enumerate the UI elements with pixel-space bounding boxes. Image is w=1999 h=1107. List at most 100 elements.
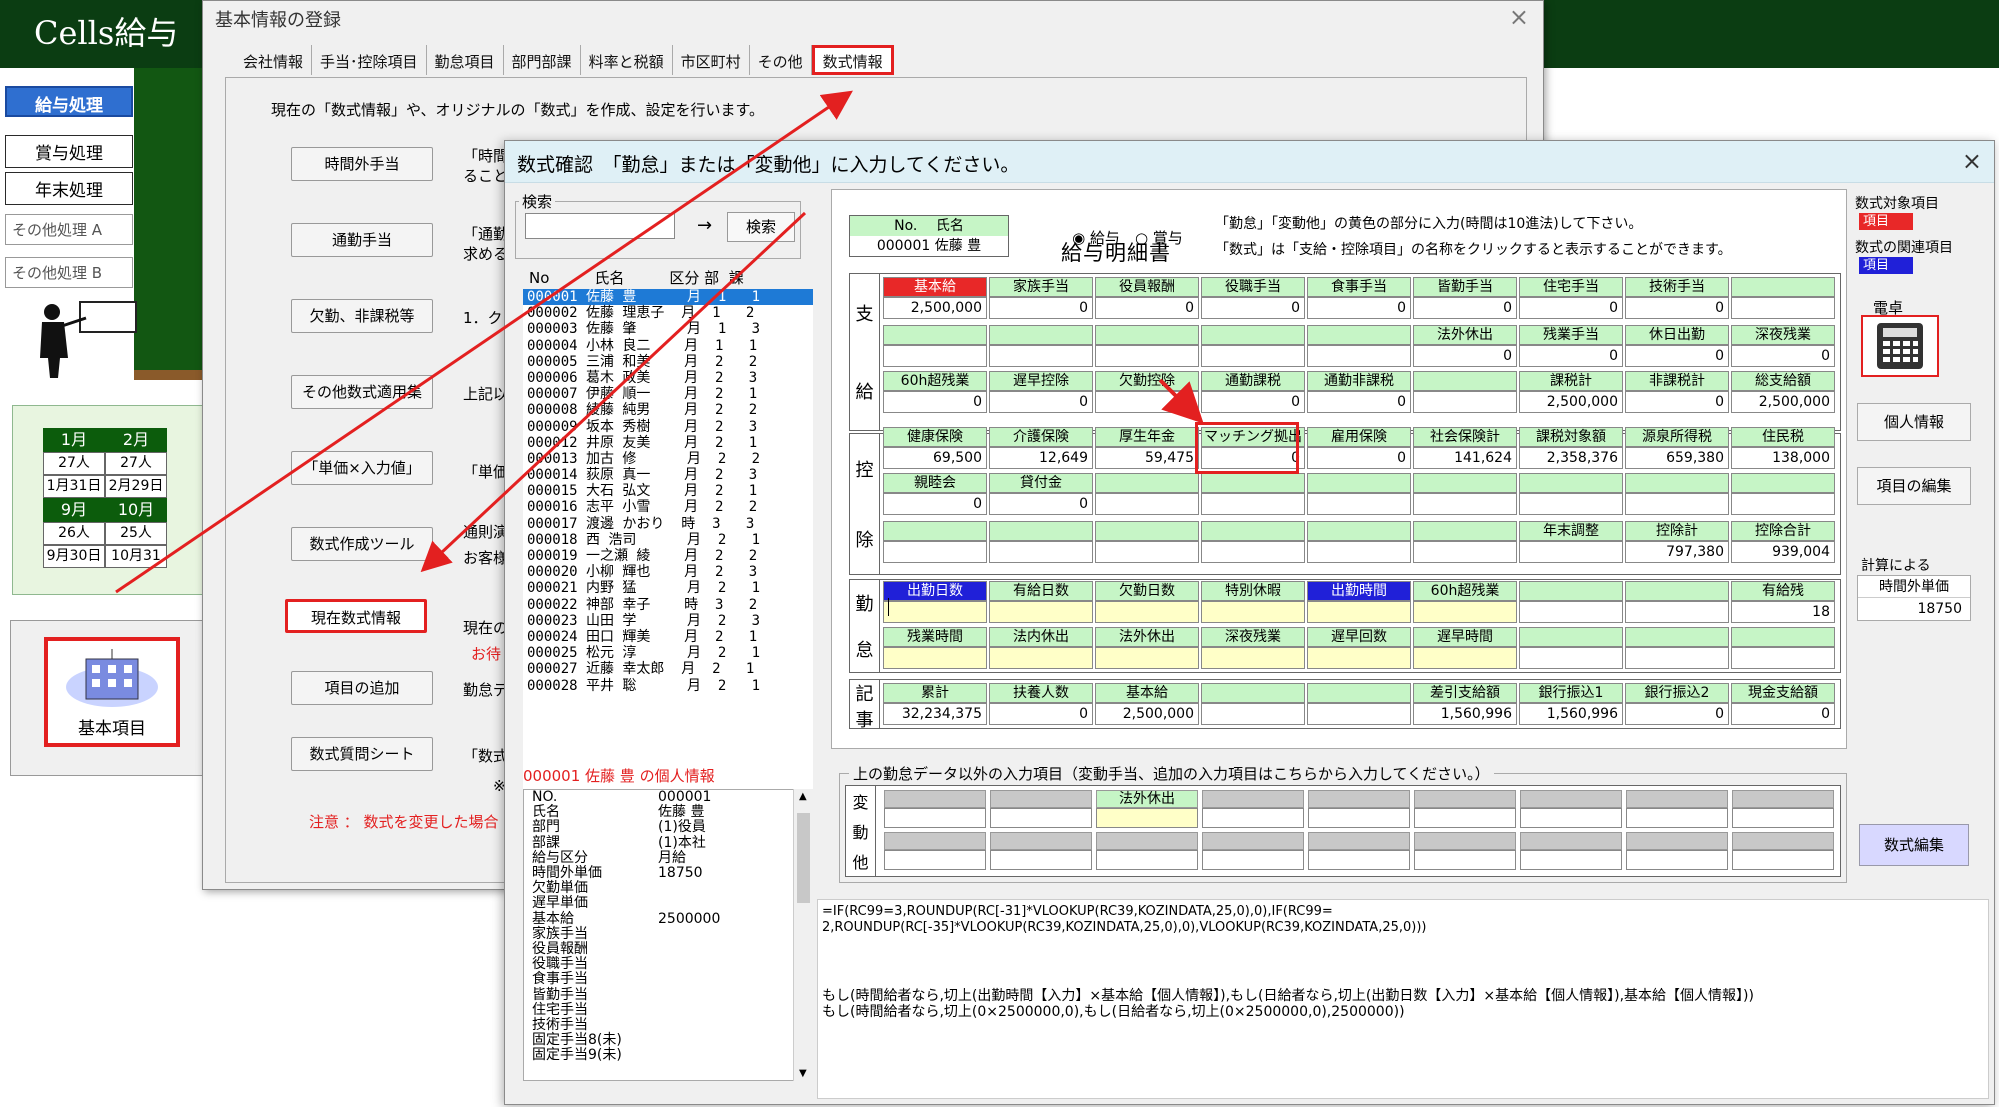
employee-row[interactable]: 000025 松元 淳 月 2 1 xyxy=(523,645,813,661)
payslip-item-header[interactable]: 食事手当 xyxy=(1307,277,1411,297)
tab-company[interactable]: 会社情報 xyxy=(235,45,313,75)
payslip-item-value[interactable] xyxy=(1307,601,1411,623)
employee-row[interactable]: 000005 三浦 和美 月 2 2 xyxy=(523,354,813,370)
payslip-item-header[interactable]: 出勤時間 xyxy=(1307,581,1411,601)
payslip-item-header[interactable]: 特別休暇 xyxy=(1201,581,1305,601)
employee-row[interactable]: 000012 井原 友美 月 2 1 xyxy=(523,435,813,451)
payslip-item-header[interactable]: 厚生年金 xyxy=(1095,427,1199,447)
employee-row[interactable]: 000009 坂本 秀樹 月 2 3 xyxy=(523,419,813,435)
payslip-item-header[interactable]: 役職手当 xyxy=(1201,277,1305,297)
payslip-item-header[interactable]: 社会保険計 xyxy=(1413,427,1517,447)
payslip-item-header[interactable]: 法外休出 xyxy=(1095,627,1199,647)
shoyo-button[interactable]: 賞与処理 xyxy=(5,135,133,168)
payslip-item-value[interactable] xyxy=(1307,647,1411,669)
payslip-item-header[interactable]: 雇用保険 xyxy=(1307,427,1411,447)
scroll-thumb[interactable] xyxy=(797,813,810,903)
close-icon[interactable]: × xyxy=(1509,3,1529,31)
formula-edit-button[interactable]: 数式編集 xyxy=(1859,824,1969,866)
payslip-item-header[interactable]: 有給日数 xyxy=(989,581,1093,601)
other-process-a-button[interactable]: その他処理 A xyxy=(5,214,133,245)
payslip-item-header[interactable]: 差引支給額 xyxy=(1413,683,1517,703)
employee-row[interactable]: 000017 渡邊 かおり 時 3 3 xyxy=(523,516,813,532)
payslip-item-header[interactable]: 課税対象額 xyxy=(1519,427,1623,447)
payslip-item-header[interactable]: 健康保険 xyxy=(883,427,987,447)
payslip-item-value[interactable] xyxy=(1201,647,1305,669)
employee-row[interactable]: 000027 近藤 幸太郎 月 2 1 xyxy=(523,661,813,677)
payslip-item-header[interactable]: 親睦会 xyxy=(883,473,987,493)
payslip-item-header[interactable]: 扶養人数 xyxy=(989,683,1093,703)
kihon-koumoku-button[interactable]: 基本項目 xyxy=(44,637,180,747)
employee-row[interactable]: 000018 西 浩司 月 2 1 xyxy=(523,532,813,548)
payslip-item-header[interactable]: 欠勤日数 xyxy=(1095,581,1199,601)
employee-row[interactable]: 000004 小林 良二 月 1 1 xyxy=(523,338,813,354)
current-formula-button[interactable]: 現在数式情報 xyxy=(285,599,427,633)
employee-row[interactable]: 000022 神部 幸子 時 3 2 xyxy=(523,597,813,613)
nenmatsu-button[interactable]: 年末処理 xyxy=(5,172,133,205)
payslip-item-header[interactable]: 基本給 xyxy=(1095,683,1199,703)
payslip-item-value[interactable] xyxy=(989,647,1093,669)
payslip-item-header[interactable]: 残業時間 xyxy=(883,627,987,647)
add-item-button[interactable]: 項目の追加 xyxy=(291,671,433,705)
kyuyo-button[interactable]: 給与処理 xyxy=(5,86,133,117)
payslip-item-header[interactable]: 通勤課税 xyxy=(1201,371,1305,391)
employee-row[interactable]: 000024 田口 輝美 月 2 1 xyxy=(523,629,813,645)
payslip-item-header[interactable]: 家族手当 xyxy=(989,277,1093,297)
payslip-item-value[interactable] xyxy=(989,601,1093,623)
tab-municipality[interactable]: 市区町村 xyxy=(673,45,750,75)
payslip-item-header[interactable]: 60h超残業 xyxy=(1413,581,1517,601)
payslip-item-value[interactable] xyxy=(883,647,987,669)
employee-row[interactable]: 000014 荻原 真一 月 2 3 xyxy=(523,467,813,483)
other-formula-button[interactable]: その他数式適用集 xyxy=(291,375,433,409)
payslip-item-header[interactable]: 非課税計 xyxy=(1625,371,1729,391)
payslip-item-header[interactable]: 源泉所得税 xyxy=(1625,427,1729,447)
tab-allowance-deduction[interactable]: 手当･控除項目 xyxy=(312,45,427,75)
employee-row[interactable]: 000021 内野 猛 月 2 1 xyxy=(523,580,813,596)
payslip-item-header[interactable]: 欠勤控除 xyxy=(1095,371,1199,391)
scroll-up-icon[interactable]: ▲ xyxy=(799,791,807,802)
payslip-item-header[interactable]: 基本給 xyxy=(883,277,987,297)
payslip-item-value[interactable] xyxy=(1413,601,1517,623)
payslip-item-header[interactable]: 控除計 xyxy=(1625,521,1729,541)
payslip-item-header[interactable]: 遅早回数 xyxy=(1307,627,1411,647)
employee-row[interactable]: 000028 平井 聡 月 2 1 xyxy=(523,678,813,694)
payslip-item-header[interactable]: 銀行振込1 xyxy=(1519,683,1623,703)
employee-row[interactable]: 000002 佐藤 理恵子 月 1 2 xyxy=(523,305,813,321)
payslip-item-header[interactable]: 技術手当 xyxy=(1625,277,1729,297)
employee-row[interactable]: 000006 葛木 政美 月 2 3 xyxy=(523,370,813,386)
payslip-item-value[interactable] xyxy=(1413,647,1517,669)
payslip-item-header[interactable]: 現金支給額 xyxy=(1731,683,1835,703)
payslip-item-header[interactable]: 住民税 xyxy=(1731,427,1835,447)
scroll-down-icon[interactable]: ▼ xyxy=(799,1068,807,1079)
payslip-item-header[interactable]: 出勤日数 xyxy=(883,581,987,601)
payslip-item-value[interactable] xyxy=(1201,601,1305,623)
commute-allowance-button[interactable]: 通勤手当 xyxy=(291,223,433,257)
payslip-item-header[interactable]: 深夜残業 xyxy=(1731,325,1835,345)
payslip-item-header[interactable]: 通勤非課税 xyxy=(1307,371,1411,391)
payslip-item-header[interactable]: 皆勤手当 xyxy=(1413,277,1517,297)
payslip-item-header[interactable]: 課税計 xyxy=(1519,371,1623,391)
tab-attendance[interactable]: 勤怠項目 xyxy=(427,45,504,75)
search-button[interactable]: 検索 xyxy=(727,212,795,242)
payslip-item-header[interactable]: 役員報酬 xyxy=(1095,277,1199,297)
payslip-item-header[interactable]: 住宅手当 xyxy=(1519,277,1623,297)
unit-price-button[interactable]: 「単価×入力値」 xyxy=(291,451,433,485)
employee-row[interactable]: 000019 一之瀬 綾 月 2 2 xyxy=(523,548,813,564)
edit-items-button[interactable]: 項目の編集 xyxy=(1857,467,1971,505)
personal-info-list[interactable]: NO. 000001 氏名 佐藤 豊部門 (1)役員 部課 (1)本社 給与区分 月給 時間外単価… xyxy=(523,789,813,1081)
payslip-item-value[interactable] xyxy=(883,601,987,623)
employee-row[interactable]: 000020 小柳 輝也 月 2 3 xyxy=(523,564,813,580)
employee-row[interactable]: 000016 志平 小雪 月 2 2 xyxy=(523,499,813,515)
employee-row[interactable]: 000013 加古 修 月 2 2 xyxy=(523,451,813,467)
payslip-item-header[interactable]: 銀行振込2 xyxy=(1625,683,1729,703)
payslip-item-value[interactable] xyxy=(1095,601,1199,623)
payslip-item-header[interactable]: 貸付金 xyxy=(989,473,1093,493)
employee-row[interactable]: 000007 伊藤 順一 月 2 1 xyxy=(523,386,813,402)
payslip-item-header[interactable]: 介護保険 xyxy=(989,427,1093,447)
payslip-item-header[interactable]: 年末調整 xyxy=(1519,521,1623,541)
employee-row[interactable]: 000001 佐藤 豊 月 1 1 xyxy=(523,289,813,306)
payslip-item-header[interactable]: 有給残 xyxy=(1731,581,1835,601)
payslip-item-header[interactable]: 深夜残業 xyxy=(1201,627,1305,647)
payslip-item-header[interactable]: 遅早控除 xyxy=(989,371,1093,391)
employee-row[interactable]: 000008 綾藤 純男 月 2 2 xyxy=(523,402,813,418)
payslip-item-header[interactable]: 控除合計 xyxy=(1731,521,1835,541)
